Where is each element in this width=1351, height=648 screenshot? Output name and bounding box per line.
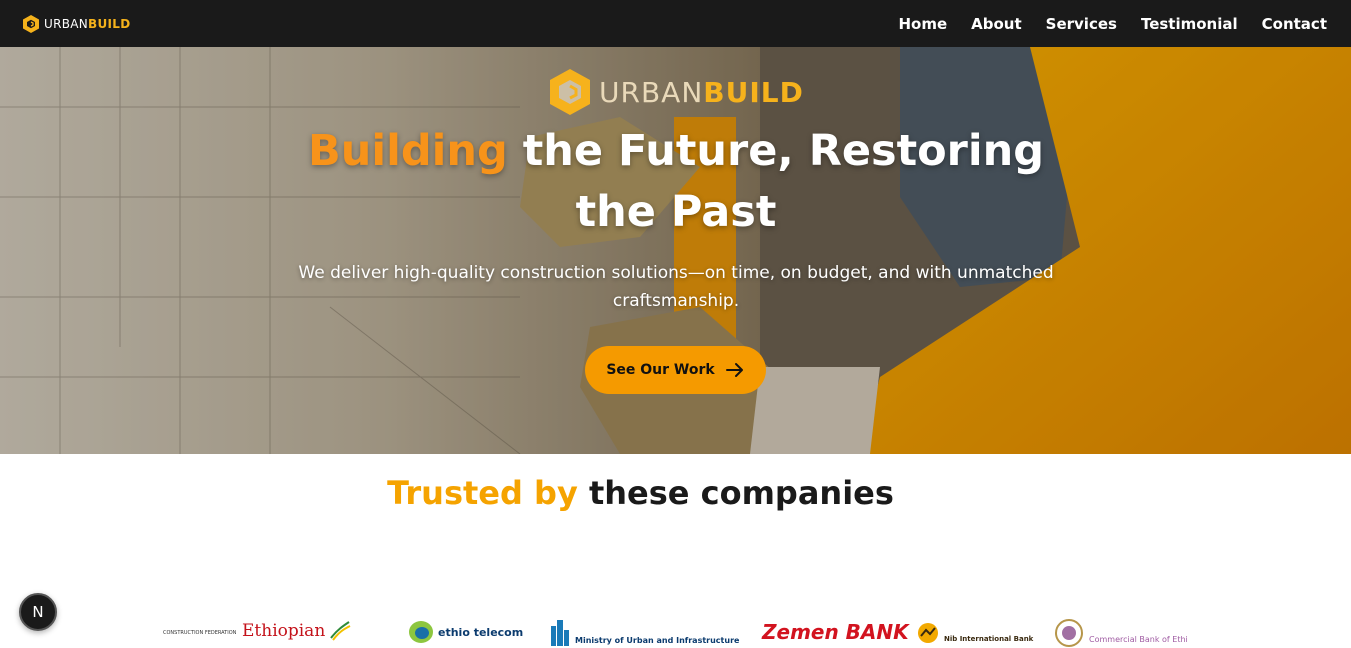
hero-title-accent: Building: [307, 126, 508, 176]
trusted-title-accent: Trusted by: [387, 474, 578, 512]
hexagon-logo-icon: [550, 69, 590, 115]
arrow-right-icon: [725, 363, 743, 377]
logo-ethiopian: Ethiopian: [242, 620, 351, 642]
nib-bank-icon: [918, 623, 938, 643]
ethio-telecom-icon: [409, 621, 433, 643]
logo-ministry-urban: Ministry of Urban and Infrastructure: [549, 618, 739, 646]
logo-nib-bank: Nib International Bank: [916, 622, 1033, 644]
logo-commercial-bank: Commercial Bank of Ethi: [1053, 618, 1188, 648]
see-our-work-button[interactable]: See Our Work: [585, 346, 766, 394]
hexagon-logo-icon: [23, 14, 39, 33]
hero-title-rest: the Future, Restoring the Past: [507, 126, 1045, 237]
cbe-icon: [1055, 619, 1083, 647]
trusted-title-rest: these companies: [577, 474, 894, 512]
building-icon: [551, 620, 569, 646]
hero-logo: URBANBUILD: [547, 67, 804, 117]
next-dev-badge[interactable]: N: [19, 593, 57, 631]
nav-contact[interactable]: Contact: [1262, 15, 1327, 33]
partner-logos: CONSTRUCTION FEDERATION Ethiopian ethio …: [0, 608, 1351, 648]
hero-section: URBANBUILD Building the Future, Restorin…: [0, 47, 1351, 454]
hero-subtitle: We deliver high-quality construction sol…: [298, 263, 1054, 311]
hero-title: Building the Future, Restoring the Past: [276, 121, 1076, 243]
hero-logo-text: URBANBUILD: [599, 75, 804, 109]
brand-name: URBANBUILD: [44, 16, 131, 31]
logo-construction-federation: CONSTRUCTION FEDERATION: [163, 630, 237, 636]
nav-links: Home About Services Testimonial Contact: [898, 15, 1327, 33]
navbar: URBANBUILD Home About Services Testimoni…: [0, 0, 1351, 47]
trusted-title: Trusted by these companies: [0, 474, 1281, 512]
logo-ethio-telecom: ethio telecom: [408, 620, 523, 644]
nav-services[interactable]: Services: [1046, 15, 1117, 33]
cta-label: See Our Work: [606, 362, 715, 378]
nav-about[interactable]: About: [971, 15, 1022, 33]
nav-testimonial[interactable]: Testimonial: [1141, 15, 1238, 33]
logo-zemen-bank: Zemen BANK: [762, 620, 909, 644]
ethiopian-wing-icon: [330, 621, 351, 641]
nav-home[interactable]: Home: [898, 15, 947, 33]
brand-logo[interactable]: URBANBUILD: [22, 14, 131, 34]
